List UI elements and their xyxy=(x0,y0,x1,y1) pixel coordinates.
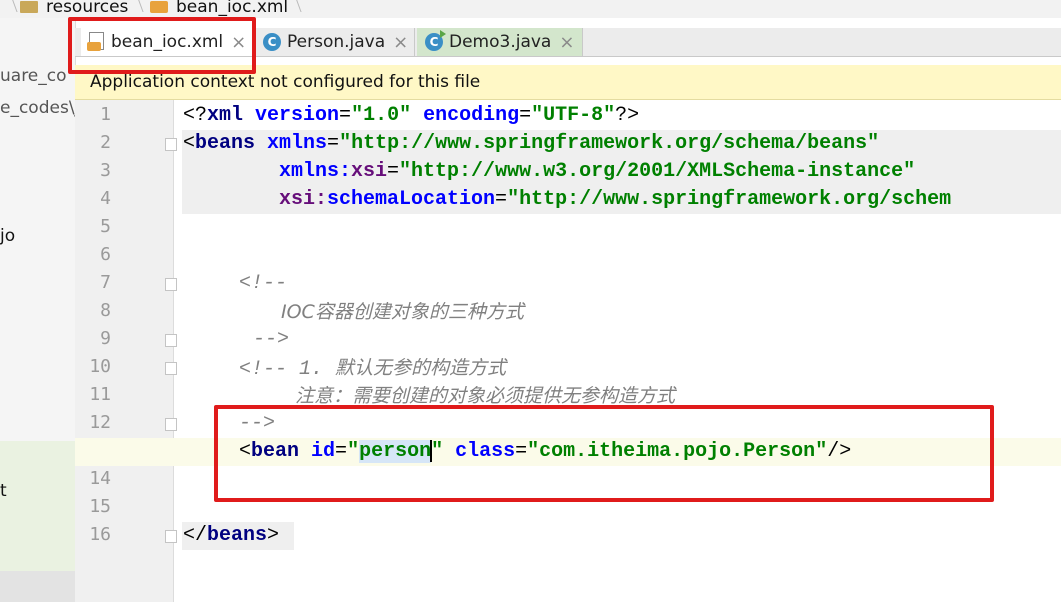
breadcrumb-label: resources xyxy=(46,0,129,17)
code-line: IOC容器创建对象的三种方式 xyxy=(281,301,524,323)
breadcrumb-separator xyxy=(129,0,144,12)
selected-tree-row xyxy=(0,441,75,571)
fold-icon[interactable] xyxy=(165,138,177,151)
code-line: --> xyxy=(253,328,290,351)
line-number: 14 xyxy=(89,468,111,489)
breadcrumb-item-resources[interactable]: resources xyxy=(20,0,128,18)
line-number: 1 xyxy=(100,104,111,125)
line-number: 8 xyxy=(100,300,111,321)
breadcrumb: resources bean_ioc.xml xyxy=(0,0,1061,18)
tab-label: Demo3.java xyxy=(449,32,552,52)
project-panel: uare_co e_codes\ja jo t xyxy=(0,18,76,602)
line-number: 16 xyxy=(89,524,111,545)
folder-icon xyxy=(20,1,38,13)
class-icon: C xyxy=(263,33,281,51)
tab-label: Person.java xyxy=(287,32,386,52)
code-line: <!-- 1. 默认无参的构造方式 xyxy=(239,357,507,381)
code-line: </beans> xyxy=(183,524,280,547)
annotation-box-bean xyxy=(214,405,994,502)
banner-text: Application context not configured for t… xyxy=(90,72,481,92)
panel-footer xyxy=(0,571,75,602)
line-number: 7 xyxy=(100,272,111,293)
project-tree-item[interactable]: e_codes\ja xyxy=(0,98,75,118)
code-line: xsi:schemaLocation="http://www.springfra… xyxy=(279,188,952,211)
runnable-class-icon: C xyxy=(425,30,446,51)
line-number: 9 xyxy=(100,328,111,349)
breadcrumb-label: bean_ioc.xml xyxy=(176,0,289,17)
line-number: 12 xyxy=(89,412,111,433)
fold-icon[interactable] xyxy=(165,530,177,543)
project-tree-item[interactable]: t xyxy=(0,481,7,501)
close-icon[interactable]: × xyxy=(393,32,408,53)
annotation-box-tab xyxy=(68,17,256,74)
line-number: 4 xyxy=(100,188,111,209)
project-tree-item[interactable]: uare_co xyxy=(0,66,67,86)
line-gutter: 1 2 3 4 5 6 7 8 9 10 11 12 13 14 15 16 💡 xyxy=(75,100,214,602)
fold-icon[interactable] xyxy=(165,334,177,347)
code-line: <beans xmlns="http://www.springframework… xyxy=(183,132,880,155)
tab-demo3-java[interactable]: C Demo3.java × xyxy=(417,28,583,56)
fold-icon[interactable] xyxy=(165,418,177,431)
breadcrumb-separator xyxy=(3,0,18,12)
line-number: 15 xyxy=(89,496,111,517)
xml-file-icon xyxy=(150,1,168,13)
project-tree-item[interactable]: jo xyxy=(0,226,15,246)
fold-icon[interactable] xyxy=(165,278,177,291)
line-number: 3 xyxy=(100,160,111,181)
line-number: 10 xyxy=(89,356,111,377)
line-number: 6 xyxy=(100,244,111,265)
breadcrumb-item-file[interactable]: bean_ioc.xml xyxy=(150,0,288,18)
code-line: xmlns:xsi="http://www.w3.org/2001/XMLSch… xyxy=(279,160,916,183)
breadcrumb-separator xyxy=(287,0,302,12)
fold-icon[interactable] xyxy=(165,362,177,375)
close-icon[interactable]: × xyxy=(559,32,574,53)
line-number: 5 xyxy=(100,216,111,237)
tab-person-java[interactable]: C Person.java × xyxy=(255,28,415,56)
code-line: <!-- xyxy=(239,272,288,295)
code-editor[interactable]: 1 2 3 4 5 6 7 8 9 10 11 12 13 14 15 16 💡… xyxy=(75,100,1061,602)
line-number: 2 xyxy=(100,132,111,153)
line-number: 11 xyxy=(89,384,111,405)
code-line: <?xml version="1.0" encoding="UTF-8"?> xyxy=(183,104,640,127)
